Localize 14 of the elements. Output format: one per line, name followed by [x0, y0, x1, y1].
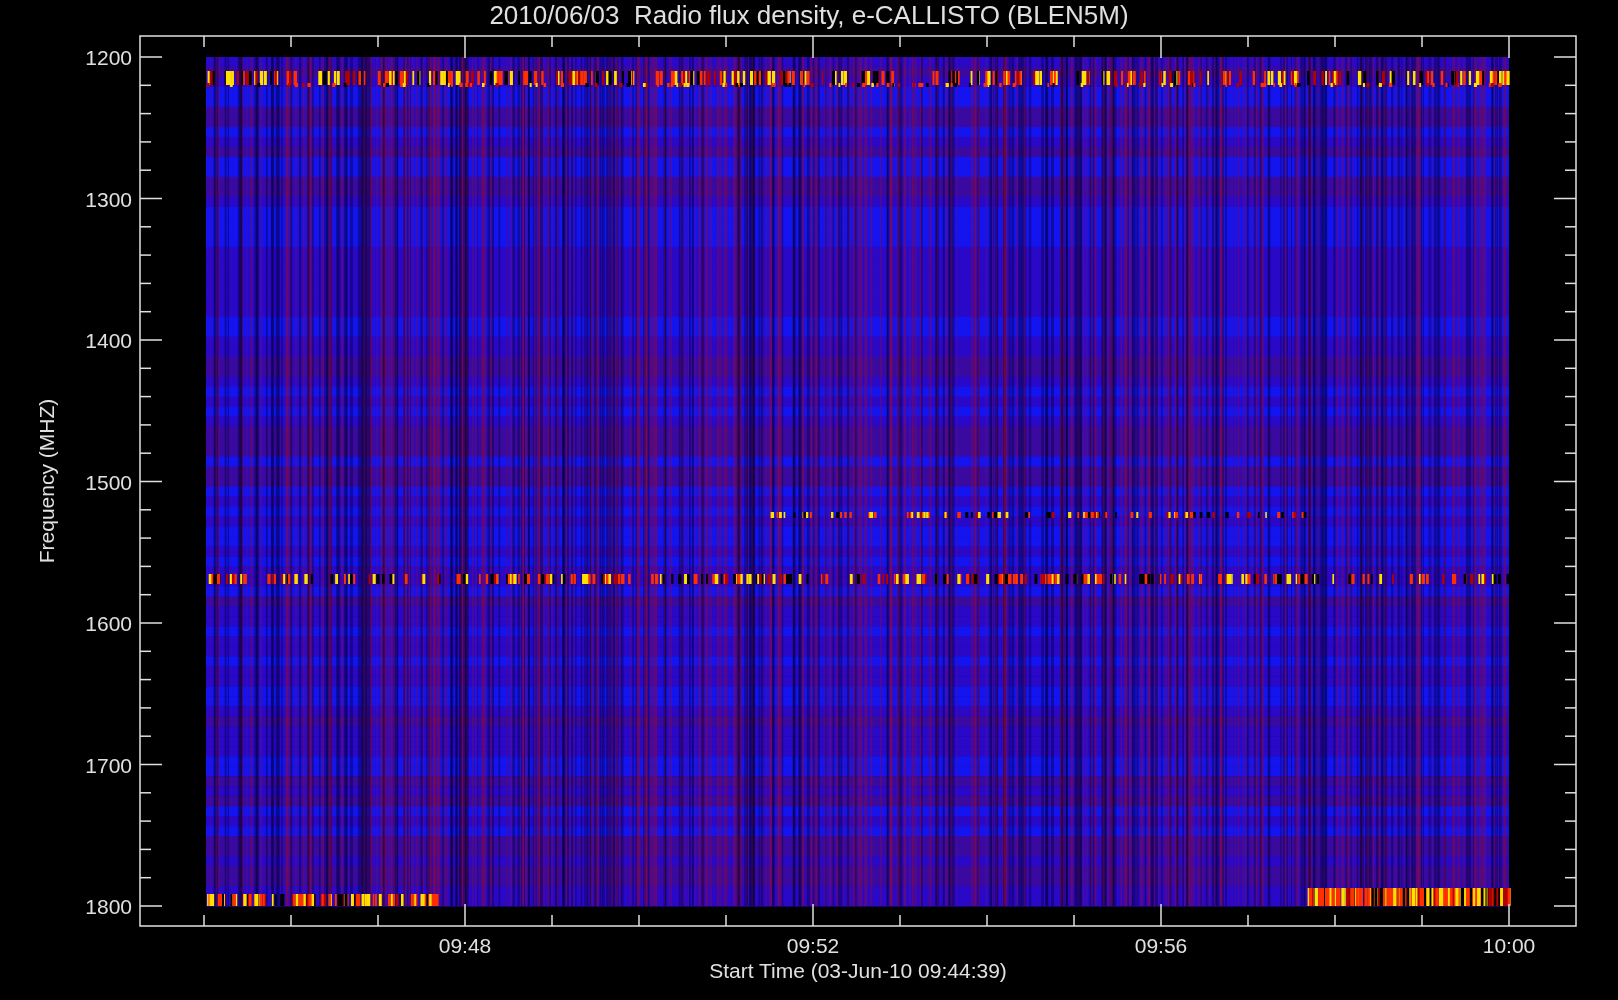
x-axis-label: Start Time (03-Jun-10 09:44:39)	[709, 959, 1007, 982]
chart-title: 2010/06/03 Radio flux density, e-CALLISTO (BLEN5M)	[489, 0, 1129, 30]
x-tick-label: 09:56	[1134, 934, 1188, 957]
y-tick-label: 1700	[85, 753, 132, 777]
x-tick-label: 09:52	[786, 934, 840, 957]
y-tick-label: 1400	[85, 329, 132, 352]
y-tick-label: 1500	[85, 470, 132, 494]
x-tick-label: 09:48	[438, 934, 492, 957]
y-tick-label: 1800	[85, 895, 132, 918]
y-axis-label: Frequency (MHZ)	[35, 398, 58, 564]
y-tick-label: 1300	[85, 187, 132, 211]
y-tick-label: 1600	[85, 612, 132, 635]
y-tick-label: 1200	[85, 46, 132, 69]
x-tick-label: 10:00	[1482, 934, 1536, 957]
